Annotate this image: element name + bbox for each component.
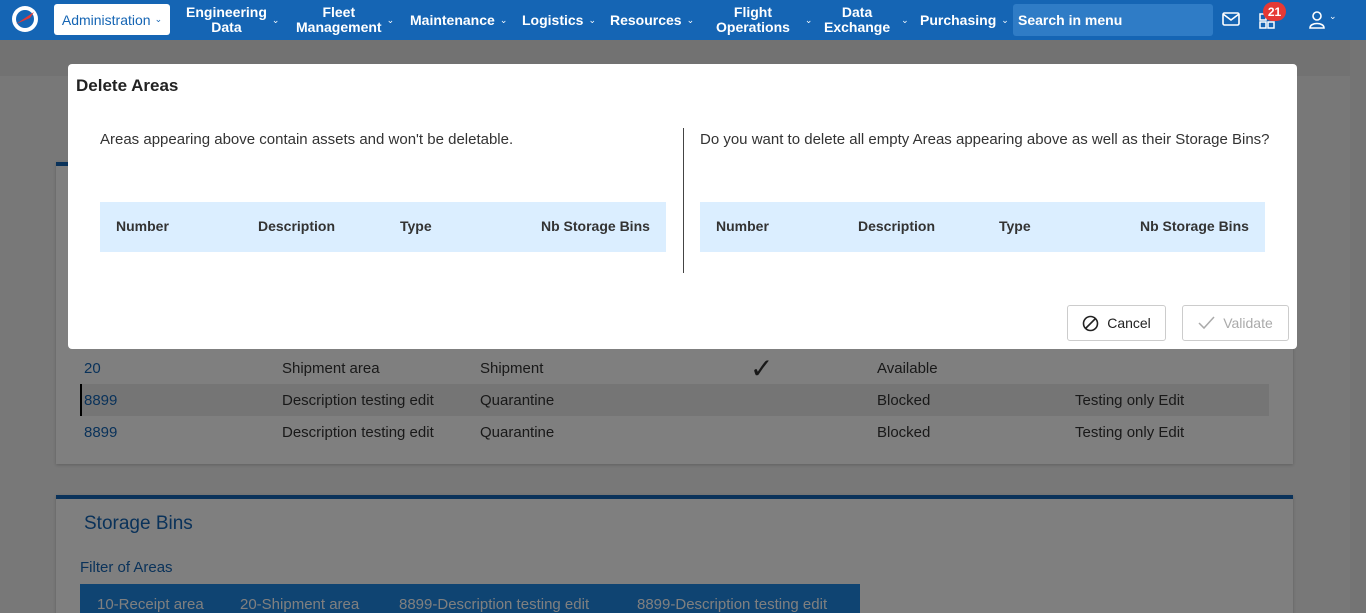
column-header-number[interactable]: Number [116,218,169,234]
column-header-nb-storage-bins[interactable]: Nb Storage Bins [1140,218,1249,234]
app-logo-icon[interactable] [10,4,40,34]
chevron-down-icon: ⌄ [804,14,813,25]
nav-purchasing[interactable]: Purchasing ⌄ [920,0,1009,40]
notification-badge: 21 [1263,2,1286,21]
nav-data-exchange[interactable]: Data Exchange ⌄ [824,0,909,40]
user-icon[interactable] [1309,11,1325,29]
nav-resources[interactable]: Resources ⌄ [610,0,694,40]
nav-flight-operations[interactable]: Flight Operations ⌄ [716,0,812,40]
chevron-down-icon: ⌄ [901,14,909,25]
validate-button-label: Validate [1223,315,1273,331]
chevron-down-icon: ⌄ [386,14,395,25]
check-icon [1198,316,1215,330]
chevron-down-icon: ⌄ [499,14,508,25]
nav-label: Logistics [522,11,584,28]
column-header-number[interactable]: Number [716,218,769,234]
mail-icon[interactable] [1222,12,1240,26]
nav-maintenance[interactable]: Maintenance ⌄ [410,0,507,40]
search-placeholder: Search in menu [1018,12,1123,28]
dialog-divider [683,128,684,273]
nav-administration-label: Administration [61,11,151,28]
column-header-nb-storage-bins[interactable]: Nb Storage Bins [541,218,650,234]
delete-areas-dialog: Delete Areas Areas appearing above conta… [68,64,1297,349]
nav-logistics[interactable]: Logistics ⌄ [522,0,596,40]
dialog-title: Delete Areas [76,76,179,95]
column-header-description[interactable]: Description [858,218,935,234]
nav-label: Resources [610,11,682,28]
nav-label: Data [211,19,242,35]
chevron-down-icon: ⌄ [1001,14,1009,25]
nav-fleet-management[interactable]: Fleet Management ⌄ [296,0,394,40]
nav-label: Operations [716,19,790,35]
non-deletable-message: Areas appearing above contain assets and… [100,131,514,148]
nav-label: Flight [733,4,772,20]
deletable-table-header: Number Description Type Nb Storage Bins [700,202,1265,252]
nav-label: Management [296,19,382,35]
nav-label: Exchange [824,19,891,35]
validate-button[interactable]: Validate [1182,305,1289,341]
cancel-button-label: Cancel [1107,315,1151,331]
nav-label: Purchasing [920,11,997,28]
menu-search-input[interactable]: Search in menu [1013,4,1213,36]
chevron-down-icon: ⌄ [271,14,280,25]
cancel-button[interactable]: Cancel [1067,305,1166,341]
chevron-down-icon: ⌄ [686,14,695,25]
nav-label: Engineering [186,4,267,20]
nav-administration[interactable]: Administration ⌄ [54,4,170,35]
nav-label: Maintenance [410,11,495,28]
nav-label: Fleet [322,4,356,20]
top-navigation: Administration ⌄ Engineering Data ⌄ Fleet… [0,0,1366,40]
delete-confirm-message: Do you want to delete all empty Areas ap… [700,131,1270,148]
chevron-down-icon: ⌄ [154,14,163,24]
column-header-description[interactable]: Description [258,218,335,234]
nav-label: Data [841,4,873,20]
column-header-type[interactable]: Type [999,218,1031,234]
chevron-down-icon: ⌄ [588,14,597,25]
non-deletable-table-header: Number Description Type Nb Storage Bins [100,202,666,252]
nav-engineering-data[interactable]: Engineering Data ⌄ [186,0,279,40]
column-header-type[interactable]: Type [400,218,432,234]
chevron-down-icon[interactable]: ⌄ [1329,11,1337,22]
cancel-icon [1082,315,1099,331]
